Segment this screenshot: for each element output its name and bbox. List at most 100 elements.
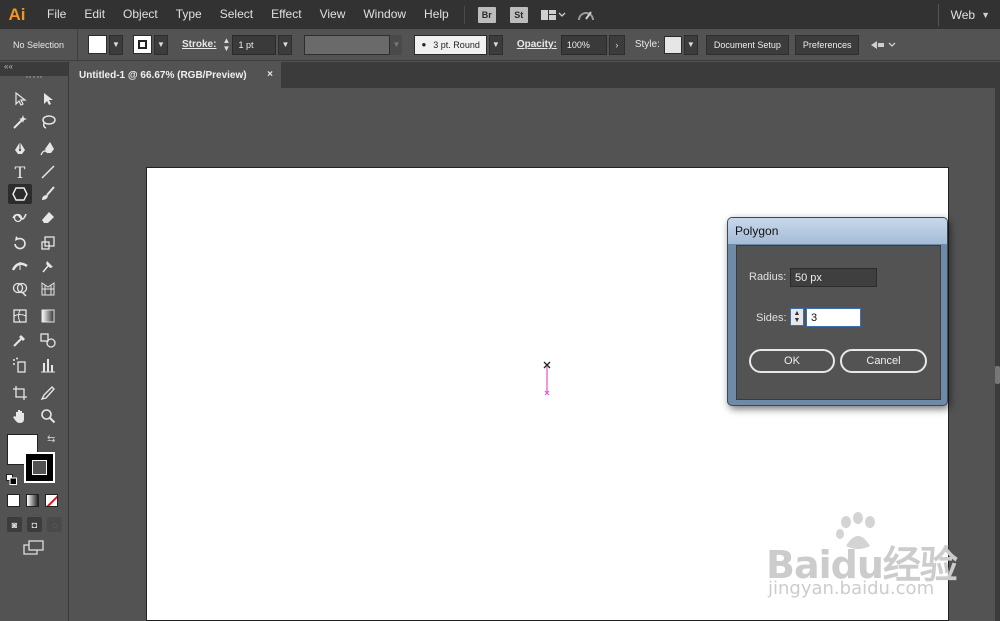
default-fill-stroke-icon[interactable] (6, 472, 17, 485)
collapse-panel-button[interactable]: «« (0, 62, 68, 76)
puppet-warp-tool-icon[interactable] (37, 256, 59, 276)
baidu-watermark: Baidu经验 jingyan.baidu.com (760, 512, 960, 602)
color-mode-row (7, 494, 64, 507)
line-segment-tool-icon[interactable] (37, 162, 59, 182)
menu-help[interactable]: Help (415, 0, 458, 29)
opacity-field[interactable]: 100% (560, 34, 607, 55)
pen-tool-icon[interactable] (9, 139, 31, 159)
radius-label: Radius: (749, 271, 787, 283)
curvature-tool-icon[interactable] (37, 139, 59, 159)
scale-tool-icon[interactable] (37, 233, 59, 253)
brush-definition[interactable]: ● 3 pt. Round (414, 34, 487, 55)
none-mode-button[interactable] (45, 494, 58, 507)
menu-file[interactable]: File (38, 0, 75, 29)
color-mode-button[interactable] (7, 494, 20, 507)
stroke-color-control[interactable]: ▼ (133, 34, 168, 55)
column-graph-tool-icon[interactable] (37, 355, 59, 375)
stroke-swatch[interactable] (133, 35, 152, 54)
gpu-performance-icon[interactable] (576, 7, 596, 23)
document-tab[interactable]: Untitled-1 @ 66.67% (RGB/Preview) × (69, 62, 281, 88)
direct-selection-tool-icon[interactable] (37, 89, 59, 109)
gradient-mode-button[interactable] (26, 494, 39, 507)
type-tool-icon[interactable]: T (9, 162, 31, 182)
sides-stepper-icon[interactable]: ▲ ▼ (790, 308, 804, 326)
menu-select[interactable]: Select (211, 0, 262, 29)
rotate-tool-icon[interactable] (9, 233, 31, 253)
workspace-label: Web (950, 7, 976, 22)
chevron-down-icon[interactable]: ▼ (683, 34, 698, 55)
zoom-tool-icon[interactable] (37, 406, 59, 426)
radius-field[interactable]: 50 px (790, 268, 877, 287)
menu-type[interactable]: Type (167, 0, 211, 29)
preferences-button[interactable]: Preferences (794, 34, 860, 55)
perspective-grid-tool-icon[interactable] (37, 279, 59, 299)
screen-mode-icon[interactable] (23, 540, 45, 559)
panel-grip[interactable] (26, 76, 42, 82)
align-options-icon[interactable] (869, 38, 897, 52)
bridge-button[interactable]: Br (477, 6, 496, 23)
draw-inside-icon[interactable]: ◌ (47, 517, 62, 532)
chevron-down-icon[interactable]: ▼ (488, 34, 503, 55)
chevron-down-icon[interactable]: ▼ (278, 34, 293, 55)
graphic-style-swatch[interactable] (663, 35, 682, 54)
ok-button[interactable]: OK (749, 349, 835, 373)
slice-tool-icon[interactable] (37, 383, 59, 403)
watermark-url: jingyan.baidu.com (768, 578, 935, 599)
menu-edit[interactable]: Edit (75, 0, 114, 29)
dialog-body: Radius: 50 px Sides: ▲ ▼ 3 OK Cancel (736, 245, 941, 400)
stroke-label[interactable]: Stroke: (182, 39, 216, 50)
variable-width-profile[interactable] (304, 34, 391, 55)
close-icon[interactable]: × (267, 69, 273, 80)
chevron-right-icon[interactable]: › (608, 34, 625, 55)
menu-view[interactable]: View (311, 0, 355, 29)
artboard-tool-icon[interactable] (9, 383, 31, 403)
draw-normal-icon[interactable]: ◙ (7, 517, 22, 532)
menu-effect[interactable]: Effect (262, 0, 310, 29)
shaper-tool-icon[interactable] (9, 207, 31, 227)
draw-mode-row: ◙ ◘ ◌ (7, 517, 67, 532)
fill-swatch[interactable] (88, 35, 107, 54)
magic-wand-tool-icon[interactable] (9, 112, 31, 132)
swap-fill-stroke-icon[interactable]: ⇆ (47, 434, 55, 445)
paintbrush-tool-icon[interactable] (37, 184, 59, 204)
menu-object[interactable]: Object (114, 0, 167, 29)
selection-tool-icon[interactable] (9, 89, 31, 109)
blend-tool-icon[interactable] (37, 330, 59, 350)
control-bar: No Selection ▼ ▼ Stroke: ▲ ▼ 1 pt ▼ ▼ ● 3… (0, 28, 1000, 61)
opacity-label[interactable]: Opacity: (517, 39, 557, 50)
hand-tool-icon[interactable] (9, 406, 31, 426)
document-tab-title: Untitled-1 @ 66.67% (RGB/Preview) (79, 69, 247, 81)
cancel-button[interactable]: Cancel (840, 349, 927, 373)
brush-label: 3 pt. Round (433, 39, 480, 50)
chevron-down-icon[interactable]: ▼ (390, 34, 403, 55)
polygon-dialog: Polygon Radius: 50 px Sides: ▲ ▼ 3 OK Can… (727, 217, 948, 406)
chevron-down-icon[interactable]: ▼ (154, 34, 168, 55)
dialog-title[interactable]: Polygon (728, 218, 947, 244)
chevron-down-icon: ▼ (981, 9, 990, 20)
symbol-sprayer-tool-icon[interactable] (9, 355, 31, 375)
scrollbar-thumb[interactable] (995, 366, 1000, 384)
mesh-tool-icon[interactable] (9, 306, 31, 326)
eraser-tool-icon[interactable] (37, 207, 59, 227)
stroke-weight-field[interactable]: 1 pt (232, 34, 277, 55)
workspace-switcher[interactable]: Web ▼ (937, 0, 1000, 29)
gradient-tool-icon[interactable] (37, 306, 59, 326)
arrange-documents-icon[interactable] (540, 8, 566, 22)
draw-behind-icon[interactable]: ◘ (27, 517, 42, 532)
polygon-tool-icon[interactable] (8, 184, 32, 204)
stock-button[interactable]: St (509, 6, 528, 23)
menu-window[interactable]: Window (354, 0, 415, 29)
stroke-color-swatch[interactable] (24, 452, 55, 483)
fill-color-control[interactable]: ▼ (88, 34, 123, 55)
sides-label: Sides: (756, 312, 787, 324)
sides-field[interactable]: 3 (806, 308, 861, 327)
menu-divider (463, 5, 465, 24)
chevron-down-icon[interactable]: ▼ (109, 34, 123, 55)
lasso-tool-icon[interactable] (37, 112, 59, 132)
eyedropper-tool-icon[interactable] (9, 330, 31, 350)
shape-builder-tool-icon[interactable] (9, 279, 31, 299)
workspace-divider (937, 3, 939, 26)
stroke-stepper-icon[interactable]: ▲ ▼ (220, 35, 232, 55)
width-tool-icon[interactable] (9, 256, 31, 276)
document-setup-button[interactable]: Document Setup (705, 34, 789, 55)
